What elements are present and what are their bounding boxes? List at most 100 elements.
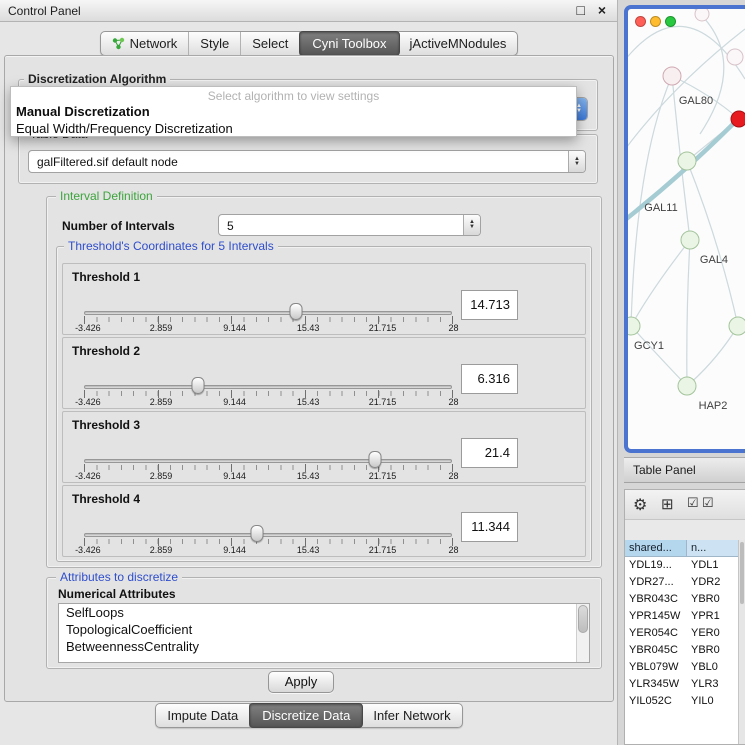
interval-definition-title: Interval Definition	[56, 189, 157, 203]
slider-scale-label: 15.43	[297, 545, 320, 555]
threshold-value-field[interactable]: 11.344	[461, 512, 518, 542]
threshold-slider[interactable]: -3.4262.8599.14415.4321.71528	[84, 290, 452, 334]
network-node-gal11[interactable]	[678, 152, 696, 170]
table-panel: ⚙⊞☑☑ shared... n... YDL19...YDL1YDR27...…	[624, 489, 745, 745]
node-label-gcy1: GCY1	[634, 340, 664, 352]
threshold-slider[interactable]: -3.4262.8599.14415.4321.71528	[84, 364, 452, 408]
network-edge	[628, 29, 745, 159]
slider-scale-label: -3.426	[75, 471, 101, 481]
network-node[interactable]	[729, 317, 745, 335]
table-row[interactable]: YBL079WYBL0	[625, 659, 739, 676]
node-label-gal4: GAL4	[700, 254, 728, 266]
num-intervals-combobox[interactable]: 5 ▲▼	[218, 214, 481, 236]
tab-discretize-data[interactable]: Discretize Data	[249, 703, 363, 728]
slider-thumb[interactable]	[250, 525, 263, 542]
table-row[interactable]: YPR145WYPR1	[625, 608, 739, 625]
slider-scale-label: 9.144	[223, 471, 246, 481]
threshold-value-field[interactable]: 14.713	[461, 290, 518, 320]
scrollbar-thumb[interactable]	[578, 605, 588, 633]
tab-label: Infer Network	[373, 708, 450, 723]
threshold-slider[interactable]: -3.4262.8599.14415.4321.71528	[84, 512, 452, 556]
slider-thumb[interactable]	[368, 451, 381, 468]
close-window-icon[interactable]: ×	[598, 2, 606, 18]
apply-button[interactable]: Apply	[268, 671, 334, 693]
algorithm-popup-options: Manual DiscretizationEqual Width/Frequen…	[11, 103, 576, 137]
table-row[interactable]: YIL052CYIL0	[625, 693, 739, 710]
float-window-icon[interactable]: □	[577, 2, 585, 18]
slider-scale-label: 21.715	[369, 397, 397, 407]
tab-label: Style	[200, 36, 229, 51]
slider-scale-label: 2.859	[150, 545, 173, 555]
network-node-gcy1[interactable]	[628, 317, 640, 335]
threshold-panel-1: Threshold 1-3.4262.8599.14415.4321.71528…	[62, 263, 586, 335]
network-canvas[interactable]: GAL80GAL11GAL4GCY1HAP2	[628, 9, 745, 449]
tab-network[interactable]: Network	[101, 32, 190, 55]
threshold-value-field[interactable]: 6.316	[461, 364, 518, 394]
zoom-traffic-light-icon[interactable]	[665, 16, 676, 27]
table-row[interactable]: YDR27...YDR2	[625, 574, 739, 591]
network-node-gal4[interactable]	[681, 231, 699, 249]
network-node[interactable]	[727, 49, 743, 65]
slider-scale-label: 2.859	[150, 471, 173, 481]
threshold-list: Threshold 1-3.4262.8599.14415.4321.71528…	[62, 262, 586, 560]
cell-shared-name: YDL19...	[629, 559, 672, 571]
network-node[interactable]	[695, 9, 709, 21]
table-row[interactable]: YDL19...YDL1	[625, 557, 739, 574]
tab-infer-network[interactable]: Infer Network	[362, 704, 461, 727]
tab-cyni-toolbox[interactable]: Cyni Toolbox	[299, 31, 399, 56]
select-all-checkbox-icon[interactable]: ☑	[687, 495, 699, 511]
table-scrollbar[interactable]	[738, 540, 745, 745]
settings-gear-icon[interactable]: ⚙	[633, 495, 647, 515]
close-traffic-light-icon[interactable]	[635, 16, 646, 27]
scrollbar-thumb[interactable]	[740, 542, 744, 604]
table-row[interactable]: YLR345WYLR3	[625, 676, 739, 693]
tab-impute-data[interactable]: Impute Data	[156, 704, 250, 727]
attribute-item-betweennesscentrality[interactable]: BetweennessCentrality	[59, 638, 589, 655]
node-label-hap2: HAP2	[699, 400, 728, 412]
slider-thumb[interactable]	[290, 303, 303, 320]
show-columns-icon[interactable]: ⊞	[661, 495, 674, 513]
network-node[interactable]	[731, 111, 745, 127]
minimize-traffic-light-icon[interactable]	[650, 16, 661, 27]
slider-scale-label: 9.144	[223, 397, 246, 407]
tab-label: jActiveMNodules	[410, 36, 507, 51]
table-row[interactable]: YBR043CYBR0	[625, 591, 739, 608]
tab-style[interactable]: Style	[189, 32, 241, 55]
column-header-shared-name[interactable]: shared...	[625, 540, 687, 557]
thresholds-group-title: Threshold's Coordinates for 5 Intervals	[64, 239, 278, 253]
attribute-item-topologicalcoefficient[interactable]: TopologicalCoefficient	[59, 621, 589, 638]
popup-option-manual-discretization[interactable]: Manual Discretization	[11, 103, 576, 120]
control-panel-window: Control Panel □ × NetworkStyleSelectCyni…	[0, 0, 618, 745]
network-view-window: GAL80GAL11GAL4GCY1HAP2	[624, 5, 745, 453]
table-row[interactable]: YER054CYER0	[625, 625, 739, 642]
network-edge	[628, 26, 745, 79]
select-columns-checkbox-icon[interactable]: ☑	[702, 495, 714, 511]
tab-label: Select	[252, 36, 288, 51]
threshold-label: Threshold 2	[72, 344, 140, 358]
screen: Control Panel □ × NetworkStyleSelectCyni…	[0, 0, 745, 745]
table-row[interactable]: YBR045CYBR0	[625, 642, 739, 659]
cell-shared-name: YDR27...	[629, 576, 674, 588]
slider-scale-label: 2.859	[150, 323, 173, 333]
top-tab-strip: Network Style Select Cyni Toolbox jActiveMNo…	[100, 31, 519, 56]
list-scrollbar[interactable]	[576, 604, 589, 662]
slider-scale-label: 15.43	[297, 397, 320, 407]
slider-scale-label: 28	[448, 323, 458, 333]
threshold-slider[interactable]: -3.4262.8599.14415.4321.71528	[84, 438, 452, 482]
tab-select[interactable]: Select	[241, 32, 300, 55]
slider-scale-label: 28	[448, 471, 458, 481]
attribute-item-selfloops[interactable]: SelfLoops	[59, 604, 589, 621]
column-header-name[interactable]: n...	[687, 540, 739, 557]
threshold-panel-2: Threshold 2-3.4262.8599.14415.4321.71528…	[62, 337, 586, 409]
numerical-attributes-list[interactable]: SelfLoopsTopologicalCoefficientBetweenne…	[58, 603, 590, 663]
cell-shared-name: YIL052C	[629, 695, 672, 707]
tab-jactivemnodules[interactable]: jActiveMNodules	[399, 32, 518, 55]
slider-scale-label: 2.859	[150, 397, 173, 407]
threshold-value-field[interactable]: 21.4	[461, 438, 518, 468]
network-node-hap2[interactable]	[678, 377, 696, 395]
slider-thumb[interactable]	[192, 377, 205, 394]
bottom-tabs: Impute DataDiscretize Data Infer Network	[0, 703, 618, 728]
table-data-combobox[interactable]: galFiltered.sif default node ▲▼	[28, 150, 586, 173]
popup-option-equal-width-frequency-discretization[interactable]: Equal Width/Frequency Discretization	[11, 120, 576, 137]
network-node-gal80[interactable]	[663, 67, 681, 85]
